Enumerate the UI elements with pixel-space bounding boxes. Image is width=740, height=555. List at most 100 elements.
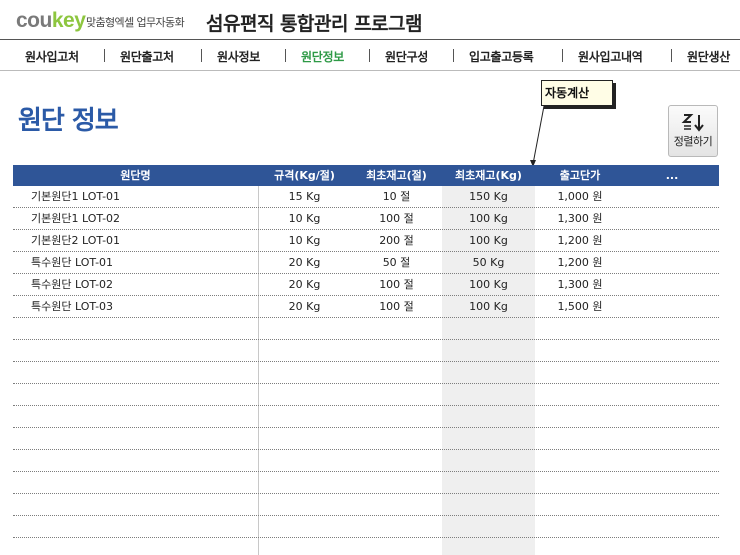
cell-spec[interactable]: 20 Kg bbox=[258, 252, 351, 274]
cell-fabric-name[interactable]: 기본원단1 LOT-01 bbox=[31, 186, 120, 208]
cell-initial-stock-kg[interactable] bbox=[442, 362, 535, 384]
cell-spec[interactable] bbox=[258, 340, 351, 362]
cell-unit-price[interactable]: 1,200 원 bbox=[535, 252, 625, 274]
auto-calc-callout: 자동계산 bbox=[541, 80, 613, 106]
cell-unit-price[interactable] bbox=[535, 318, 625, 340]
table-body: 기본원단1 LOT-01 15 Kg 10 절 150 Kg 1,000 원 기본원단1 … bbox=[13, 186, 719, 538]
cell-initial-stock-kg[interactable]: 100 Kg bbox=[442, 296, 535, 318]
cell-initial-stock-jeol[interactable]: 50 절 bbox=[351, 252, 442, 274]
cell-spec[interactable] bbox=[258, 406, 351, 428]
table-header: 원단명 규격(Kg/절) 최초재고(절) 최초재고(Kg) 출고단가 ... bbox=[13, 165, 719, 186]
sort-descending-icon bbox=[681, 114, 704, 132]
cell-unit-price[interactable] bbox=[535, 516, 625, 538]
cell-spec[interactable] bbox=[258, 428, 351, 450]
header-initial-stock-jeol[interactable]: 최초재고(절) bbox=[351, 165, 442, 186]
cell-spec[interactable] bbox=[258, 472, 351, 494]
cell-spec[interactable] bbox=[258, 516, 351, 538]
header-more[interactable]: ... bbox=[625, 165, 719, 186]
header-initial-stock-kg[interactable]: 최초재고(Kg) bbox=[442, 165, 535, 186]
cell-spec[interactable]: 10 Kg bbox=[258, 230, 351, 252]
cell-spec[interactable] bbox=[258, 494, 351, 516]
table-row[interactable]: 기본원단1 LOT-02 10 Kg 100 절 100 Kg 1,300 원 bbox=[13, 208, 719, 230]
cell-spec[interactable] bbox=[258, 318, 351, 340]
header-fabric-name[interactable]: 원단명 bbox=[13, 165, 258, 186]
fabric-info-table: 원단명 규격(Kg/절) 최초재고(절) 최초재고(Kg) 출고단가 ... 기… bbox=[13, 165, 719, 555]
cell-initial-stock-jeol[interactable] bbox=[351, 494, 442, 516]
table-row[interactable] bbox=[13, 318, 719, 340]
cell-spec[interactable]: 15 Kg bbox=[258, 186, 351, 208]
cell-initial-stock-kg[interactable]: 100 Kg bbox=[442, 208, 535, 230]
cell-initial-stock-jeol[interactable] bbox=[351, 472, 442, 494]
cell-spec[interactable]: 10 Kg bbox=[258, 208, 351, 230]
cell-unit-price[interactable]: 1,300 원 bbox=[535, 274, 625, 296]
table-row[interactable] bbox=[13, 428, 719, 450]
table-row[interactable] bbox=[13, 472, 719, 494]
table-row[interactable]: 특수원단 LOT-01 20 Kg 50 절 50 Kg 1,200 원 bbox=[13, 252, 719, 274]
cell-initial-stock-kg[interactable]: 100 Kg bbox=[442, 230, 535, 252]
table-row[interactable] bbox=[13, 340, 719, 362]
table-row[interactable] bbox=[13, 494, 719, 516]
cell-initial-stock-jeol[interactable]: 10 절 bbox=[351, 186, 442, 208]
cell-initial-stock-jeol[interactable] bbox=[351, 428, 442, 450]
table-row[interactable] bbox=[13, 406, 719, 428]
cell-initial-stock-kg[interactable] bbox=[442, 428, 535, 450]
cell-unit-price[interactable] bbox=[535, 494, 625, 516]
header-spec[interactable]: 규격(Kg/절) bbox=[258, 165, 351, 186]
cell-spec[interactable]: 20 Kg bbox=[258, 296, 351, 318]
cell-initial-stock-kg[interactable]: 50 Kg bbox=[442, 252, 535, 274]
cell-fabric-name[interactable]: 특수원단 LOT-01 bbox=[31, 252, 113, 274]
cell-spec[interactable] bbox=[258, 450, 351, 472]
cell-initial-stock-jeol[interactable]: 100 절 bbox=[351, 208, 442, 230]
cell-initial-stock-jeol[interactable] bbox=[351, 406, 442, 428]
cell-initial-stock-jeol[interactable]: 100 절 bbox=[351, 296, 442, 318]
header-unit-price[interactable]: 출고단가 bbox=[535, 165, 625, 186]
cell-fabric-name[interactable]: 기본원단2 LOT-01 bbox=[31, 230, 120, 252]
sort-button-label: 정렬하기 bbox=[673, 135, 713, 148]
cell-initial-stock-jeol[interactable] bbox=[351, 318, 442, 340]
table-row[interactable] bbox=[13, 450, 719, 472]
cell-unit-price[interactable] bbox=[535, 450, 625, 472]
cell-initial-stock-kg[interactable] bbox=[442, 384, 535, 406]
cell-spec[interactable] bbox=[258, 362, 351, 384]
cell-initial-stock-jeol[interactable] bbox=[351, 450, 442, 472]
cell-unit-price[interactable] bbox=[535, 406, 625, 428]
cell-initial-stock-kg[interactable] bbox=[442, 494, 535, 516]
cell-initial-stock-kg[interactable] bbox=[442, 406, 535, 428]
cell-spec[interactable] bbox=[258, 384, 351, 406]
cell-initial-stock-jeol[interactable]: 200 절 bbox=[351, 230, 442, 252]
cell-unit-price[interactable] bbox=[535, 340, 625, 362]
cell-fabric-name[interactable]: 기본원단1 LOT-02 bbox=[31, 208, 120, 230]
cell-initial-stock-kg[interactable] bbox=[442, 450, 535, 472]
cell-unit-price[interactable]: 1,000 원 bbox=[535, 186, 625, 208]
cell-unit-price[interactable]: 1,300 원 bbox=[535, 208, 625, 230]
cell-initial-stock-jeol[interactable] bbox=[351, 340, 442, 362]
table-row[interactable] bbox=[13, 516, 719, 538]
cell-initial-stock-kg[interactable] bbox=[442, 516, 535, 538]
table-row[interactable] bbox=[13, 384, 719, 406]
cell-initial-stock-kg[interactable]: 100 Kg bbox=[442, 274, 535, 296]
cell-unit-price[interactable]: 1,200 원 bbox=[535, 230, 625, 252]
table-row[interactable]: 특수원단 LOT-03 20 Kg 100 절 100 Kg 1,500 원 bbox=[13, 296, 719, 318]
table-row[interactable] bbox=[13, 362, 719, 384]
cell-unit-price[interactable] bbox=[535, 362, 625, 384]
cell-initial-stock-jeol[interactable] bbox=[351, 384, 442, 406]
table-row[interactable]: 기본원단2 LOT-01 10 Kg 200 절 100 Kg 1,200 원 bbox=[13, 230, 719, 252]
cell-initial-stock-jeol[interactable]: 100 절 bbox=[351, 274, 442, 296]
cell-initial-stock-jeol[interactable] bbox=[351, 362, 442, 384]
cell-unit-price[interactable]: 1,500 원 bbox=[535, 296, 625, 318]
cell-initial-stock-kg[interactable] bbox=[442, 472, 535, 494]
table-row[interactable]: 특수원단 LOT-02 20 Kg 100 절 100 Kg 1,300 원 bbox=[13, 274, 719, 296]
cell-initial-stock-kg[interactable] bbox=[442, 318, 535, 340]
cell-initial-stock-jeol[interactable] bbox=[351, 516, 442, 538]
table-row[interactable]: 기본원단1 LOT-01 15 Kg 10 절 150 Kg 1,000 원 bbox=[13, 186, 719, 208]
cell-fabric-name[interactable]: 특수원단 LOT-02 bbox=[31, 274, 113, 296]
cell-unit-price[interactable] bbox=[535, 428, 625, 450]
sort-button[interactable]: 정렬하기 bbox=[668, 105, 718, 157]
cell-initial-stock-kg[interactable]: 150 Kg bbox=[442, 186, 535, 208]
cell-fabric-name[interactable]: 특수원단 LOT-03 bbox=[31, 296, 113, 318]
cell-unit-price[interactable] bbox=[535, 384, 625, 406]
callout-pointer-line bbox=[532, 105, 545, 165]
cell-unit-price[interactable] bbox=[535, 472, 625, 494]
cell-spec[interactable]: 20 Kg bbox=[258, 274, 351, 296]
cell-initial-stock-kg[interactable] bbox=[442, 340, 535, 362]
